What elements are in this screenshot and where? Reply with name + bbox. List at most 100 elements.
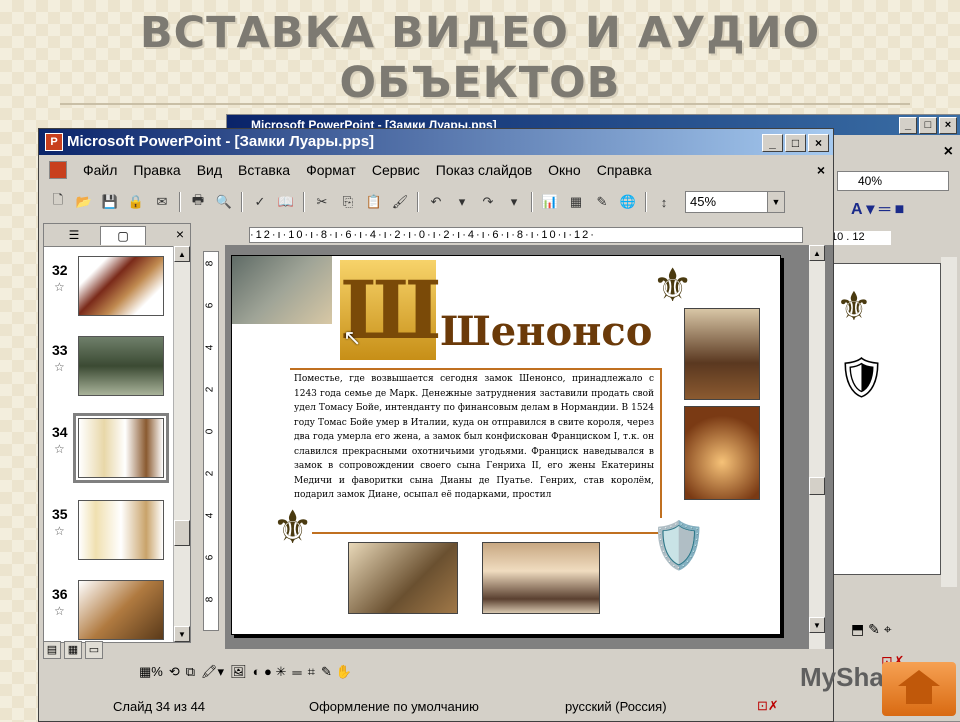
- email-icon[interactable]: ✉: [151, 191, 173, 213]
- format-painter-icon[interactable]: 🖌: [389, 191, 411, 213]
- crop-icon[interactable]: ⌗: [308, 664, 315, 680]
- thumbnail-scrollbar[interactable]: ▲ ▼: [173, 246, 190, 642]
- print-icon[interactable]: 🖶: [187, 191, 209, 213]
- close-document-icon[interactable]: ×: [817, 162, 825, 178]
- close-icon[interactable]: ×: [939, 117, 957, 134]
- menu-view[interactable]: Вид: [189, 162, 230, 178]
- powerpoint-app-icon[interactable]: P: [45, 133, 63, 151]
- castle-photo[interactable]: [232, 256, 332, 324]
- minimize-icon[interactable]: _: [899, 117, 917, 134]
- save-icon[interactable]: 💾: [99, 191, 121, 213]
- insert-table-icon[interactable]: ▦: [565, 191, 587, 213]
- status-language: русский (Россия): [565, 698, 667, 714]
- slide-title: ВСТАВКА ВИДЕО И АУДИО ОБЪЕКТОВ: [139, 8, 821, 108]
- scroll-thumb[interactable]: [809, 477, 825, 495]
- paste-icon[interactable]: 📋: [363, 191, 385, 213]
- spelling-icon[interactable]: ✓: [249, 191, 271, 213]
- maximize-icon[interactable]: □: [785, 134, 806, 152]
- fleur-de-lis-icon: ⚜: [652, 259, 694, 311]
- menu-help[interactable]: Справка: [589, 162, 660, 178]
- thumbnail-image: [78, 500, 164, 560]
- redo-dropdown-icon[interactable]: ▾: [503, 191, 525, 213]
- zoom-select[interactable]: 45% ▼: [685, 191, 785, 213]
- vertical-ruler: 8 6 4 2 0 2 4 6 8: [203, 251, 219, 631]
- menu-tools[interactable]: Сервис: [364, 162, 428, 178]
- tab-slides[interactable]: ▢: [100, 226, 146, 245]
- slide-heading[interactable]: Шенонсо: [440, 308, 652, 355]
- menu-file[interactable]: Файл: [75, 162, 125, 178]
- recolor-icon[interactable]: ✎ ✋: [321, 664, 352, 680]
- menu-edit[interactable]: Правка: [125, 162, 188, 178]
- cut-icon[interactable]: ✂: [311, 191, 333, 213]
- expand-all-icon[interactable]: ↕: [653, 191, 675, 213]
- fill-color-icon[interactable]: 🖍▾: [201, 664, 224, 680]
- home-roof-icon: [898, 670, 940, 686]
- draw-icon[interactable]: ▦%: [139, 664, 163, 680]
- kitchen-photo[interactable]: [348, 542, 458, 614]
- permission-icon[interactable]: 🔒: [125, 191, 147, 213]
- close-icon[interactable]: ×: [808, 134, 829, 152]
- thumbnail-image: [78, 580, 164, 640]
- insert-picture-icon[interactable]: 🖼: [230, 664, 247, 680]
- align-icon[interactable]: ⧉: [186, 664, 195, 680]
- print-preview-icon[interactable]: 🔍: [213, 191, 235, 213]
- scroll-down-icon[interactable]: ▼: [174, 626, 190, 642]
- animation-star-icon: ☆: [54, 280, 65, 294]
- slide-scrollbar[interactable]: ▲ ▼: [809, 245, 825, 649]
- thumbnail-image: [78, 336, 164, 396]
- status-slide-count: Слайд 34 из 44: [113, 698, 206, 714]
- mouse-cursor-icon: ↖: [343, 325, 362, 350]
- scroll-up-icon[interactable]: ▲: [174, 246, 190, 262]
- open-icon[interactable]: 📂: [73, 191, 95, 213]
- chevron-down-icon[interactable]: ▼: [767, 192, 784, 212]
- slide-sorter-icon[interactable]: ▦: [64, 641, 82, 659]
- new-icon[interactable]: 🗋: [47, 191, 69, 213]
- scroll-up-icon[interactable]: ▲: [809, 245, 825, 261]
- scroll-down-icon[interactable]: ▼: [809, 617, 825, 633]
- insert-hyperlink-icon[interactable]: 🌐: [617, 191, 639, 213]
- slide-body-text[interactable]: Поместье, где возвышается сегодня замок …: [294, 372, 654, 503]
- menu-format[interactable]: Формат: [298, 162, 364, 178]
- interior-photo-2[interactable]: [684, 406, 760, 500]
- menu-insert[interactable]: Вставка: [230, 162, 298, 178]
- back-zoom-box[interactable]: 40%: [837, 171, 949, 191]
- gallery-photo[interactable]: [482, 542, 600, 614]
- home-button[interactable]: [882, 662, 956, 716]
- macro-security-icon: ⊡✗: [757, 698, 779, 713]
- rotate-icon[interactable]: ⟲: [169, 664, 180, 680]
- insert-chart-icon[interactable]: 📊: [539, 191, 561, 213]
- menu-window[interactable]: Окно: [540, 162, 589, 178]
- horizontal-ruler: ·12·ı·10·ı·8·ı·6·ı·4·ı·2·ı·0·ı·2·ı·4·ı·6…: [249, 227, 803, 243]
- window-title: Microsoft PowerPoint - [Замки Луары.pps]: [67, 133, 375, 150]
- maximize-icon[interactable]: □: [919, 117, 937, 134]
- slide-editing-canvas[interactable]: Ш Шенонсо Поместье, где возвышается сего…: [225, 245, 833, 649]
- undo-dropdown-icon[interactable]: ▾: [451, 191, 473, 213]
- close-doc-icon[interactable]: ×: [944, 143, 953, 161]
- slideshow-view-icon[interactable]: ▭: [85, 641, 103, 659]
- line-style-icon[interactable]: ═: [292, 665, 301, 680]
- menu-slideshow[interactable]: Показ слайдов: [428, 162, 540, 178]
- animation-star-icon: ☆: [54, 442, 65, 456]
- undo-icon[interactable]: ↶: [425, 191, 447, 213]
- research-icon[interactable]: 📖: [275, 191, 297, 213]
- thumbnail-image: [73, 413, 169, 483]
- minimize-icon[interactable]: _: [762, 134, 783, 152]
- standard-toolbar: 🗋 📂 💾 🔒 ✉ 🖶 🔍 ✓ 📖 ✂ ⎘ 📋 🖌 ↶ ▾ ↷ ▾ 📊 ▦ ✎ …: [47, 187, 833, 217]
- slide-34[interactable]: Ш Шенонсо Поместье, где возвышается сего…: [231, 255, 781, 635]
- interior-photo-1[interactable]: [684, 308, 760, 400]
- redo-icon[interactable]: ↷: [477, 191, 499, 213]
- back-vscroll[interactable]: [941, 257, 957, 587]
- window-titlebar[interactable]: P Microsoft PowerPoint - [Замки Луары.pp…: [39, 129, 833, 155]
- copy-icon[interactable]: ⎘: [337, 191, 359, 213]
- tab-outline[interactable]: ☰: [52, 226, 96, 244]
- document-icon[interactable]: [49, 161, 67, 179]
- font-color-icon[interactable]: A ▾ ═ ■: [851, 199, 904, 219]
- close-pane-icon[interactable]: ×: [176, 226, 184, 242]
- fleur-de-lis-icon: ⚜: [836, 285, 872, 329]
- scroll-thumb[interactable]: [174, 520, 190, 546]
- normal-view-icon[interactable]: ▤: [43, 641, 61, 659]
- drawing-tools-icon[interactable]: ⬒ ✎ ⌖: [851, 621, 892, 638]
- fleur-de-lis-icon: ⚜: [272, 501, 314, 553]
- shadow-icon[interactable]: ◐ ● ✳: [253, 664, 287, 680]
- tables-borders-icon[interactable]: ✎: [591, 191, 613, 213]
